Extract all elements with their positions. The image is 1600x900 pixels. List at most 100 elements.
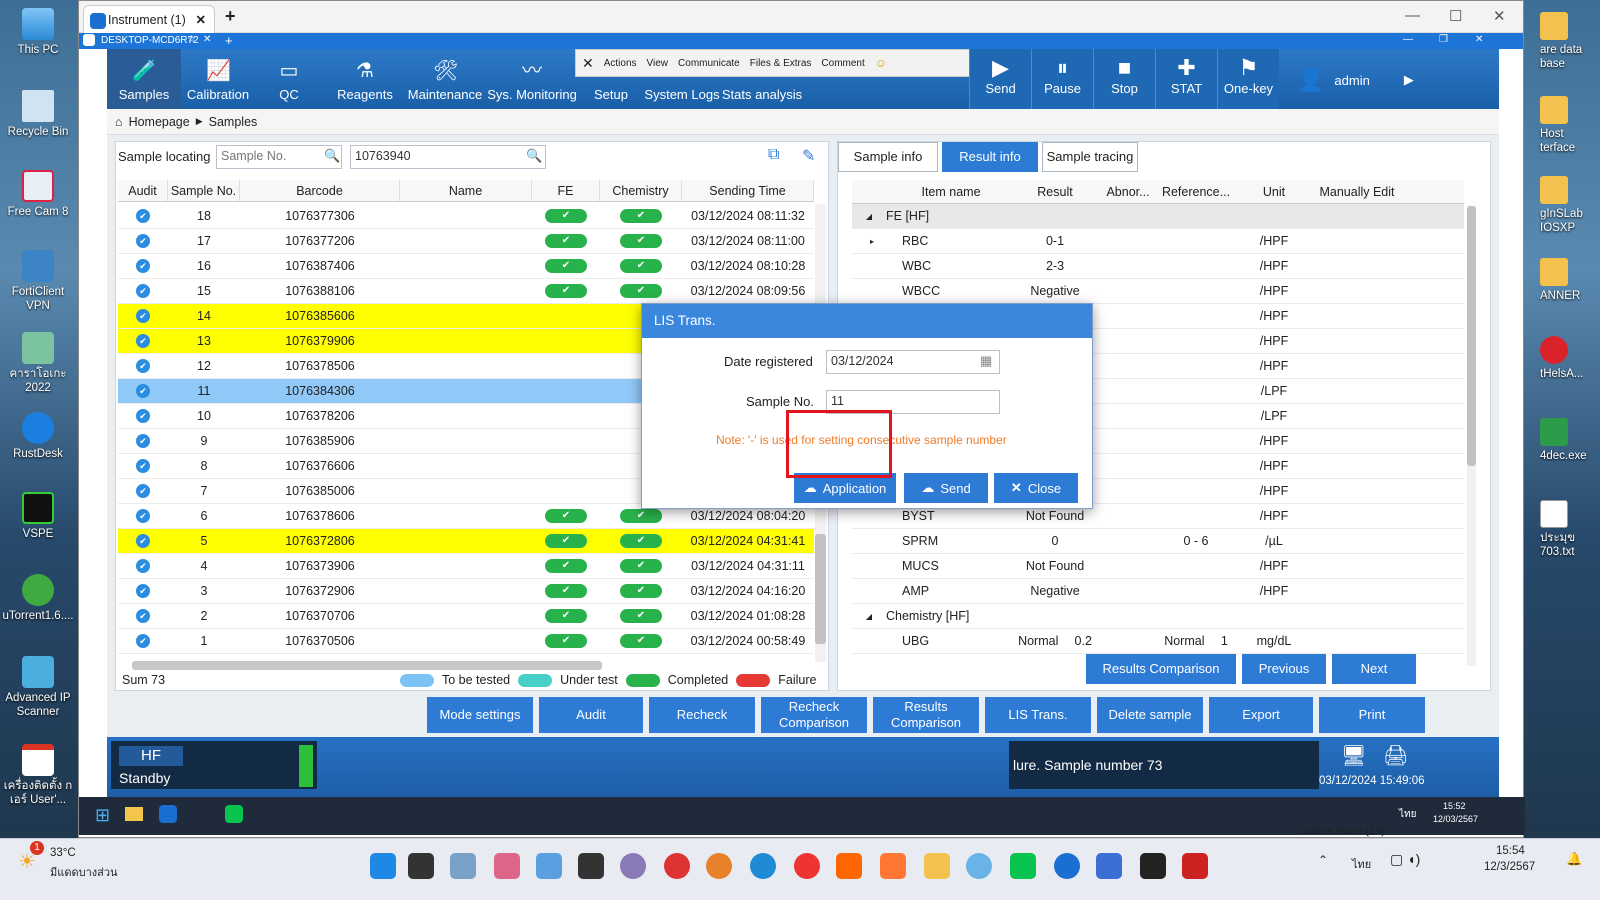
barcode-input[interactable]: 10763940 xyxy=(350,145,546,169)
edit-icon[interactable]: ✎ xyxy=(802,146,815,166)
instrument-status[interactable]: HF Standby xyxy=(111,741,317,789)
close-session-icon[interactable]: ✕ xyxy=(203,34,211,45)
desktop-icon-right-3[interactable]: gInSLab IOSXP xyxy=(1540,176,1600,235)
col-unit[interactable]: Unit xyxy=(1236,185,1312,199)
desktop-icon-right-2[interactable]: Host terface xyxy=(1540,96,1600,155)
desktop-icon-karaoke[interactable]: คาราโอเกะ 2022 xyxy=(0,332,76,395)
notepad-icon[interactable] xyxy=(1096,853,1122,879)
desktop-icon-right-6[interactable]: 4dec.exe xyxy=(1540,418,1600,463)
audit-cell[interactable]: ✔ xyxy=(118,209,168,223)
audit-cell[interactable]: ✔ xyxy=(118,384,168,398)
col-item-name[interactable]: Item name xyxy=(892,185,1010,199)
toolbar-communicate[interactable]: Communicate xyxy=(678,58,740,69)
results-comparison-button[interactable]: Results Comparison xyxy=(1086,654,1236,684)
cmd-stat[interactable]: ✚ STAT xyxy=(1155,49,1217,109)
tray-icons[interactable]: ▢ ◖) xyxy=(1390,851,1420,868)
maximize-icon[interactable]: ☐ xyxy=(1449,7,1462,25)
delete-sample-button[interactable]: Delete sample xyxy=(1097,697,1203,733)
audit-cell[interactable]: ✔ xyxy=(118,259,168,273)
close-window-icon[interactable]: ✕ xyxy=(1493,7,1506,25)
star-icon[interactable]: ☆ xyxy=(187,34,196,45)
audit-cell[interactable]: ✔ xyxy=(118,534,168,548)
barcode-search-icon[interactable]: 🔍 xyxy=(526,148,542,164)
recheck-comparison-button[interactable]: Recheck Comparison xyxy=(761,697,867,733)
table-row[interactable]: ✔ 15 1076388106 ✔ ✔ 03/12/2024 08:09:56 xyxy=(118,279,814,304)
audit-cell[interactable]: ✔ xyxy=(118,334,168,348)
desktop-icon-right-1[interactable]: are data base xyxy=(1540,12,1600,71)
close-toolbar-icon[interactable]: ✕ xyxy=(582,55,594,72)
session-maximize-icon[interactable]: ❐ xyxy=(1439,34,1448,45)
desktop-icon-right-7[interactable]: ประมุข 703.txt xyxy=(1540,500,1600,559)
print-button[interactable]: Print xyxy=(1319,697,1425,733)
col-sample-no[interactable]: Sample No. xyxy=(168,180,240,201)
result-row[interactable]: WBCC Negative/HPF xyxy=(852,279,1464,304)
desktop-icon-forticlient[interactable]: FortiClient VPN xyxy=(0,250,76,313)
col-reference[interactable]: Reference... xyxy=(1156,185,1236,199)
desktop-icon-rustdesk[interactable]: RustDesk xyxy=(0,412,76,461)
app-blue-icon[interactable] xyxy=(966,853,992,879)
send-button[interactable]: ☁ Send xyxy=(904,473,988,503)
table-row[interactable]: ✔ 1 1076370506 ✔ ✔ 03/12/2024 00:58:49 xyxy=(118,629,814,654)
result-row[interactable]: MUCS Not Found/HPF xyxy=(852,554,1464,579)
nav-qc[interactable]: ▭ QC xyxy=(257,49,321,109)
cmd-one-key[interactable]: ⚑ One-key xyxy=(1217,49,1279,109)
result-group-fe[interactable]: ◢ FE [HF] xyxy=(852,204,1464,229)
pdf-reader-icon[interactable] xyxy=(1182,853,1208,879)
previous-button[interactable]: Previous xyxy=(1242,654,1326,684)
desktop-icon-right-5[interactable]: tHelsA... xyxy=(1540,336,1600,381)
notification-bell-icon[interactable]: 🔔 xyxy=(1566,851,1582,867)
audit-cell[interactable]: ✔ xyxy=(118,309,168,323)
line-icon[interactable] xyxy=(1010,853,1036,879)
export-button[interactable]: Export xyxy=(1209,697,1313,733)
edge-icon[interactable] xyxy=(750,853,776,879)
audit-cell[interactable]: ✔ xyxy=(118,284,168,298)
tab-sample-info[interactable]: Sample info xyxy=(838,142,938,172)
col-sending-time[interactable]: Sending Time xyxy=(682,180,814,201)
col-barcode[interactable]: Barcode xyxy=(240,180,400,201)
desktop-icon-recycle-bin[interactable]: Recycle Bin xyxy=(0,90,76,139)
audit-button[interactable]: Audit xyxy=(539,697,643,733)
desktop-icon-utorrent[interactable]: uTorrent1.6.... xyxy=(0,574,76,623)
result-scroll-thumb[interactable] xyxy=(1467,206,1476,466)
teamviewer-icon[interactable] xyxy=(1054,853,1080,879)
cmd-stop[interactable]: ■ Stop xyxy=(1093,49,1155,109)
app-orange-icon[interactable] xyxy=(836,853,862,879)
notification-preview[interactable]: Lodins Team (24) xyxy=(1300,825,1385,837)
table-row[interactable]: ✔ 3 1076372906 ✔ ✔ 03/12/2024 04:16:20 xyxy=(118,579,814,604)
cmd-pause[interactable]: ⏸ Pause xyxy=(1031,49,1093,109)
audit-cell[interactable]: ✔ xyxy=(118,609,168,623)
desktop-icon-ip-scanner[interactable]: Advanced IP Scanner xyxy=(0,656,76,719)
result-row[interactable]: AMP Negative/HPF xyxy=(852,579,1464,604)
audit-cell[interactable]: ✔ xyxy=(118,359,168,373)
audit-cell[interactable]: ✔ xyxy=(118,409,168,423)
remote-lang[interactable]: ไทย xyxy=(1399,807,1416,822)
col-fe[interactable]: FE xyxy=(532,180,600,201)
network-app-icon[interactable] xyxy=(536,853,562,879)
desktop-icon-pdf[interactable]: เครื่องติดตั้ง กเอร์ User'... xyxy=(0,744,76,807)
audit-cell[interactable]: ✔ xyxy=(118,484,168,498)
toolbar-files[interactable]: Files & Extras xyxy=(750,58,812,69)
minimize-icon[interactable]: — xyxy=(1405,7,1420,24)
col-name[interactable]: Name xyxy=(400,180,532,201)
desktop-icon-this-pc[interactable]: This PC xyxy=(0,8,76,57)
explorer-icon[interactable] xyxy=(125,807,143,821)
audit-cell[interactable]: ✔ xyxy=(118,434,168,448)
session-close-icon[interactable]: ✕ xyxy=(1475,34,1483,45)
new-session-icon[interactable]: + xyxy=(225,33,233,48)
scroll-thumb[interactable] xyxy=(815,534,826,644)
file-explorer-icon[interactable] xyxy=(924,853,950,879)
office-icon[interactable] xyxy=(664,853,690,879)
date-registered-input[interactable]: 03/12/2024 xyxy=(826,350,1000,374)
toolbar-view[interactable]: View xyxy=(647,58,669,69)
host-lang[interactable]: ไทย xyxy=(1352,855,1371,873)
result-row-ubg[interactable]: UBG Normal 0.2 Normal 1 mg/dL xyxy=(852,629,1464,654)
nav-reagents[interactable]: ⚗ Reagents xyxy=(333,49,397,109)
calendar-icon[interactable]: ▦ xyxy=(980,353,992,369)
audit-cell[interactable]: ✔ xyxy=(118,459,168,473)
table-row[interactable]: ✔ 2 1076370706 ✔ ✔ 03/12/2024 01:08:28 xyxy=(118,604,814,629)
audit-cell[interactable]: ✔ xyxy=(118,559,168,573)
user-menu[interactable]: 👤 admin ▶ xyxy=(1297,67,1414,93)
nav-samples[interactable]: 🧪 Samples xyxy=(107,49,181,109)
result-scrollbar[interactable] xyxy=(1467,206,1476,666)
anydesk-icon[interactable] xyxy=(880,853,906,879)
